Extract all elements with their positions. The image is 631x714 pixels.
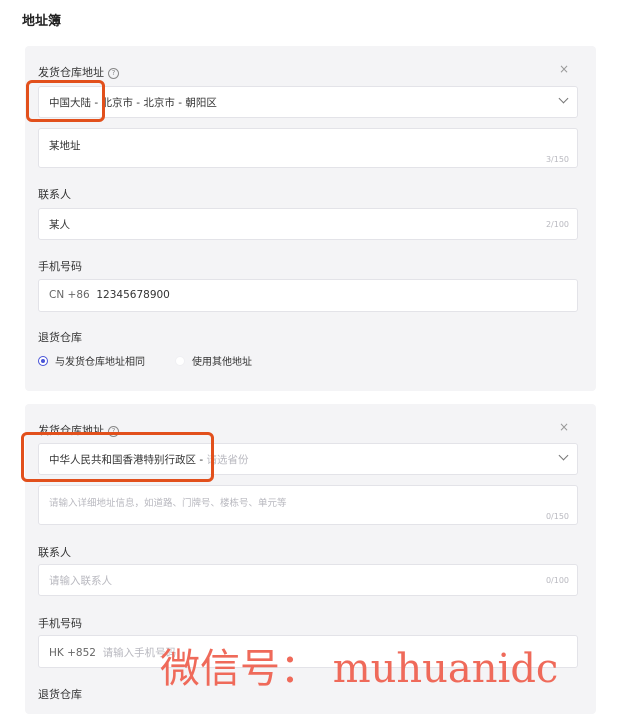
chevron-down-icon [558,450,569,461]
warehouse-address-label-text-2: 发货仓库地址 [38,424,104,437]
page-title: 地址簿 [22,14,62,29]
address-placeholder-2: 请输入详细地址信息，如道路、门牌号、楼栋号、单元等 [49,498,287,509]
phone-label: 手机号码 [38,260,82,273]
radio-other-address[interactable]: 使用其他地址 [175,353,252,368]
warehouse-address-label-2: 发货仓库地址? [38,422,119,438]
phone-country-code-2[interactable]: HK +852 [49,647,96,659]
address-counter-2: 0/150 [545,512,569,521]
contact-counter-2: 0/100 [545,576,569,585]
region-placeholder-2: 请选省份 [206,454,249,466]
radio-unselected-icon [175,355,185,366]
contact-input[interactable]: 某人 2/100 [38,208,578,240]
contact-value: 某人 [49,219,70,231]
phone-value: 12345678900 [96,289,170,301]
return-warehouse-label-2: 退货仓库 [38,688,82,701]
region-value: 中国大陆 - 北京市 - 北京市 - 朝阳区 [49,97,217,109]
radio-selected-icon [38,355,48,366]
info-icon[interactable]: ? [108,67,119,79]
warehouse-address-label-text: 发货仓库地址 [38,66,104,79]
phone-input[interactable]: CN +86 12345678900 [38,279,578,312]
contact-counter: 2/100 [545,220,569,229]
contact-input-2[interactable]: 请输入联系人 0/100 [38,564,578,596]
close-icon[interactable]: × [559,420,569,434]
address-input-2[interactable]: 请输入详细地址信息，如道路、门牌号、楼栋号、单元等 0/150 [38,485,578,525]
info-icon[interactable]: ? [108,425,119,437]
radio-same-label: 与发货仓库地址相同 [55,357,145,368]
address-counter: 3/150 [545,155,569,164]
radio-same-address[interactable]: 与发货仓库地址相同 [38,353,145,368]
phone-field-text: CN +86 12345678900 [49,289,170,301]
warehouse-card-1: 发货仓库地址? × 中国大陆 - 北京市 - 北京市 - 朝阳区 某地址 3/1… [25,46,596,391]
contact-label-2: 联系人 [38,546,71,559]
contact-label: 联系人 [38,188,71,201]
region-value-text-2: 中华人民共和国香港特别行政区 - [49,454,207,466]
chevron-down-icon [558,93,569,104]
phone-field-text-2: HK +852 请输入手机号码 [49,645,176,660]
region-value-2: 中华人民共和国香港特别行政区 - 请选省份 [49,452,248,467]
region-select[interactable]: 中国大陆 - 北京市 - 北京市 - 朝阳区 [38,86,578,118]
radio-other-label: 使用其他地址 [192,357,252,368]
phone-label-2: 手机号码 [38,617,82,630]
phone-country-code[interactable]: CN +86 [49,289,90,301]
watermark-text: 微信号： muhuanidc [160,646,559,692]
region-select-2[interactable]: 中华人民共和国香港特别行政区 - 请选省份 [38,443,578,475]
contact-placeholder-2: 请输入联系人 [49,575,112,587]
close-icon[interactable]: × [559,62,569,76]
return-warehouse-label: 退货仓库 [38,331,82,344]
address-value: 某地址 [49,140,81,152]
warehouse-address-label: 发货仓库地址? [38,64,119,80]
address-input[interactable]: 某地址 3/150 [38,128,578,168]
